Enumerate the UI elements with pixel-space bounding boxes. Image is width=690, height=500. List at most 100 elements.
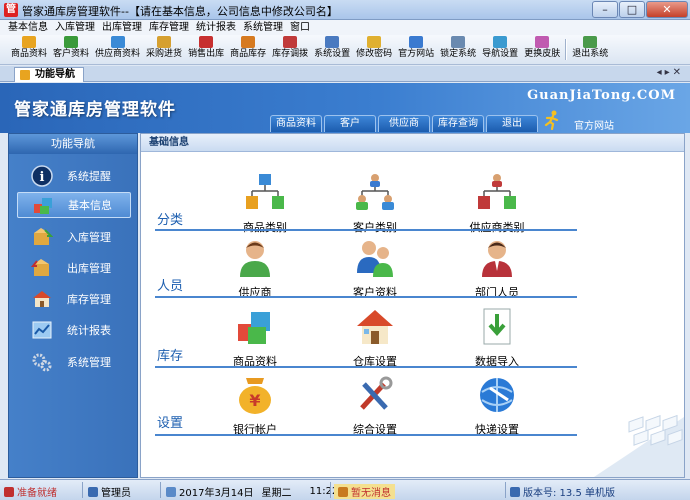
tab-goods[interactable]: 商品资料 [270,115,322,132]
password-icon [367,36,382,48]
main-panel-header: 基础信息 [141,134,684,152]
status-separator [160,482,161,498]
menu-reports[interactable]: 统计报表 [194,20,241,35]
customer-category-button[interactable]: 客户类别 [325,172,425,235]
cubes-icon [34,198,52,214]
tools-icon [360,376,393,410]
sidebar-item-label: 统计报表 [67,324,111,337]
toolbar-label: 官方网站 [398,49,435,59]
toolbar-lock-button[interactable]: 锁定系统 [437,35,479,64]
tab-exit[interactable]: 退出 [486,115,538,132]
sidebar-item-label: 库存管理 [67,293,111,306]
window-controls: – □ ✕ [592,1,688,18]
tab-customer[interactable]: 客户 [324,115,376,132]
status-separator [505,482,506,498]
toolbar-settings-button[interactable]: 系统设置 [311,35,353,64]
customer-people-icon [357,241,393,277]
tab-function-nav[interactable]: 功能导航 [14,67,84,82]
document-tab-strip: 功能导航 ◂▸✕ [0,66,690,82]
tab-supplier[interactable]: 供应商 [378,115,430,132]
close-button[interactable]: ✕ [646,1,688,18]
menu-basic-info[interactable]: 基本信息 [6,20,53,35]
toolbar-customer-button[interactable]: 客户资料 [50,35,92,64]
supplier-button[interactable]: 供应商 [205,237,305,300]
general-settings-button[interactable]: 综合设置 [325,374,425,437]
user-icon [88,486,98,497]
customer-category-label: 客户类别 [353,221,397,234]
version-icon [510,486,520,497]
goods-category-button[interactable]: 商品类别 [215,172,315,235]
minimize-button[interactable]: – [592,1,618,18]
department-staff-icon [482,241,512,277]
toolbar-password-button[interactable]: 修改密码 [353,35,395,64]
menu-inbound[interactable]: 入库管理 [53,20,100,35]
message-icon [338,486,348,497]
sidebar-item-inbound[interactable]: 入库管理 [17,224,131,250]
keyboard-decoration [594,414,684,477]
category-label-inventory: 库存 [157,349,184,364]
toolbar-skin-button[interactable]: 更换皮肤 [521,35,563,64]
bank-account-button[interactable]: ¥ 银行帐户 [205,374,305,437]
warehouse-house-icon [357,310,393,344]
skin-icon [535,36,550,48]
toolbar-sales-button[interactable]: 销售出库 [185,35,227,64]
section-divider [155,296,577,298]
section-divider [155,366,577,368]
status-message[interactable]: 暂无消息 [334,484,395,499]
sidebar-item-basic-info[interactable]: 基本信息 [17,192,131,218]
warehouse-settings-button[interactable]: 仓库设置 [325,306,425,369]
sidebar-item-system-reminder[interactable]: i 系统提醒 [17,163,131,189]
settings-icon [325,36,340,48]
goods-info-button[interactable]: 商品资料 [205,306,305,369]
express-globe-icon [480,378,514,412]
menu-outbound[interactable]: 出库管理 [100,20,147,35]
outbound-icon [31,259,49,276]
toolbar-website-button[interactable]: 官方网站 [395,35,437,64]
menu-inventory[interactable]: 库存管理 [147,20,194,35]
supplier-category-button[interactable]: 供应商类别 [447,172,547,235]
supplier-category-label: 供应商类别 [469,221,525,234]
status-user-text: 管理员 [101,488,131,499]
sidebar-item-label: 出库管理 [67,262,111,275]
nav-settings-icon [493,36,508,48]
tab-stock-query[interactable]: 库存查询 [432,115,484,132]
toolbar-exit-button[interactable]: 退出系统 [569,35,611,64]
toolbar-label: 库存调拨 [272,49,309,59]
status-separator [82,482,83,498]
toolbar-label: 商品库存 [230,49,267,59]
toolbar-purchase-button[interactable]: 采购进货 [143,35,185,64]
info-icon: i [31,165,53,187]
status-message-text: 暂无消息 [351,488,391,499]
toolbar-label: 商品资料 [11,49,48,59]
exit-icon [583,36,598,48]
category-label-settings: 设置 [157,416,184,431]
supplier-person-icon [240,241,270,277]
sidebar-item-reports[interactable]: 统计报表 [17,317,131,343]
toolbar-nav-settings-button[interactable]: 导航设置 [479,35,521,64]
customer-info-button[interactable]: 客户资料 [325,237,425,300]
supplier-icon [110,36,125,48]
toolbar-transfer-button[interactable]: 库存调拨 [269,35,311,64]
svg-text:i: i [40,170,45,185]
menu-system[interactable]: 系统管理 [241,20,288,35]
title-bar: 管 管家通库房管理软件--【请在基本信息，公司信息中修改公司名】 – □ ✕ [0,0,690,20]
data-import-button[interactable]: 数据导入 [447,306,547,369]
sidebar-item-inventory[interactable]: 库存管理 [17,286,131,312]
status-version: 版本号: 13.5 单机版 [510,484,615,499]
toolbar-stock-button[interactable]: 商品库存 [227,35,269,64]
express-settings-button[interactable]: 快递设置 [447,374,547,437]
maximize-button[interactable]: □ [619,1,645,18]
department-staff-button[interactable]: 部门人员 [447,237,547,300]
tab-scroll-controls[interactable]: ◂▸✕ [657,67,684,78]
toolbar-label: 供应商资料 [95,49,141,59]
toolbar-label: 修改密码 [356,49,393,59]
toolbar-goods-button[interactable]: 商品资料 [8,35,50,64]
sidebar-item-label: 系统提醒 [67,170,111,183]
sidebar-item-outbound[interactable]: 出库管理 [17,255,131,281]
official-website-link[interactable]: 官方网站 [574,117,614,132]
sidebar-item-system-admin[interactable]: 系统管理 [17,349,131,375]
menu-window[interactable]: 窗口 [288,20,315,35]
toolbar-supplier-button[interactable]: 供应商资料 [92,35,143,64]
tab-label: 功能导航 [35,69,75,80]
status-bar: 准备就绪 管理员 2017年3月14日 星期二 11:22:23 暂无消息 版本号:… [0,479,690,500]
